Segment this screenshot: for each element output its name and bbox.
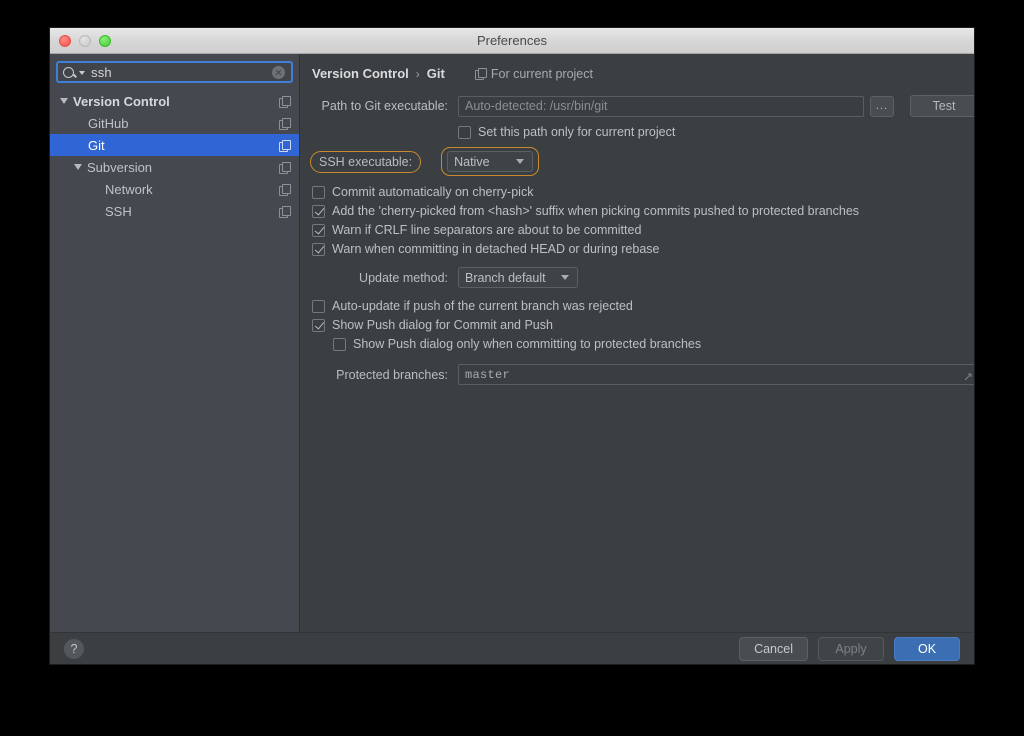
search-input-value: ssh [91, 64, 112, 80]
auto-update-rejected-label: Auto-update if push of the current branc… [332, 299, 633, 313]
chevron-down-icon [516, 159, 525, 164]
for-current-project: For current project [474, 66, 593, 81]
path-to-git-input[interactable]: Auto-detected: /usr/bin/git [458, 95, 864, 117]
settings-tree: Version Control GitHub Git Subversion Ne… [50, 90, 299, 222]
set-path-only-checkbox-row[interactable]: Set this path only for current project [300, 125, 974, 139]
clear-icon[interactable] [272, 65, 285, 79]
apply-button[interactable]: Apply [818, 637, 884, 661]
update-method-value: Branch default [465, 270, 546, 285]
copy-icon [279, 205, 291, 218]
sidebar-item-github[interactable]: GitHub [50, 112, 299, 134]
window-titlebar[interactable]: Preferences [50, 28, 974, 54]
sidebar-item-label: Network [105, 181, 153, 197]
warn-crlf-label: Warn if CRLF line separators are about t… [332, 223, 642, 237]
cherry-picked-suffix-row[interactable]: Add the 'cherry-picked from <hash>' suff… [300, 204, 974, 218]
settings-sidebar: ssh Version Control GitHub Git Subversio… [50, 54, 300, 632]
sidebar-item-ssh[interactable]: SSH [50, 200, 299, 222]
breadcrumb: Version Control › Git For current projec… [300, 54, 974, 81]
search-wrapper: ssh [50, 54, 299, 88]
chevron-down-icon[interactable] [74, 164, 82, 170]
warn-crlf-checkbox[interactable] [312, 223, 325, 237]
sidebar-item-label: Git [88, 137, 105, 153]
sidebar-item-git[interactable]: Git [50, 134, 299, 156]
commit-auto-cherry-pick-label: Commit automatically on cherry-pick [332, 185, 534, 199]
zoom-button-icon[interactable] [99, 34, 111, 47]
copy-icon [279, 95, 291, 108]
commit-auto-cherry-pick-row[interactable]: Commit automatically on cherry-pick [300, 185, 974, 199]
dialog-footer: ? Cancel Apply OK [50, 632, 974, 664]
show-push-dialog-checkbox[interactable] [312, 318, 325, 332]
protected-branches-input[interactable]: master [458, 364, 974, 385]
show-push-dialog-protected-label: Show Push dialog only when committing to… [353, 337, 702, 351]
ssh-executable-label-highlight: SSH executable: [310, 150, 422, 173]
screen: Preferences ssh Version Control GitHub G… [0, 0, 1024, 736]
ssh-executable-label: SSH executable: [319, 154, 413, 169]
ssh-executable-value: Native [454, 154, 490, 169]
copy-icon [279, 139, 291, 152]
for-current-project-label: For current project [490, 66, 593, 81]
warn-detached-head-checkbox[interactable] [312, 242, 325, 256]
update-method-row: Update method: Branch default [300, 267, 974, 288]
ssh-executable-combo-highlight: Native [441, 147, 540, 176]
protected-branches-value: master [465, 367, 511, 382]
cherry-picked-suffix-label: Add the 'cherry-picked from <hash>' suff… [332, 204, 860, 218]
chevron-down-icon [561, 275, 569, 280]
footer-actions: Cancel Apply OK [739, 637, 960, 661]
warn-detached-head-row[interactable]: Warn when committing in detached HEAD or… [300, 242, 974, 256]
breadcrumb-current: Git [426, 66, 445, 81]
copy-icon [279, 183, 291, 196]
browse-button[interactable]: ... [870, 95, 894, 117]
resize-grip-icon[interactable] [963, 373, 972, 382]
search-icon[interactable] [58, 66, 85, 78]
ssh-executable-row: SSH executable: Native [300, 147, 974, 176]
sidebar-item-label: GitHub [88, 115, 129, 131]
show-push-dialog-label: Show Push dialog for Commit and Push [332, 318, 553, 332]
traffic-lights [50, 34, 111, 47]
sidebar-item-label: SSH [105, 203, 132, 219]
sidebar-item-network[interactable]: Network [50, 178, 299, 200]
update-method-select[interactable]: Branch default [458, 267, 578, 288]
sidebar-item-label: Subversion [87, 159, 153, 175]
sidebar-item-subversion[interactable]: Subversion [50, 156, 299, 178]
update-method-label: Update method: [359, 270, 448, 285]
auto-update-rejected-checkbox[interactable] [312, 299, 325, 313]
help-button[interactable]: ? [64, 639, 84, 659]
settings-main-panel: Version Control › Git For current projec… [300, 54, 974, 632]
breadcrumb-separator-icon: › [415, 66, 420, 81]
warn-detached-head-label: Warn when committing in detached HEAD or… [332, 242, 660, 256]
ssh-executable-select[interactable]: Native [447, 151, 534, 172]
sidebar-item-version-control[interactable]: Version Control [50, 90, 299, 112]
show-push-dialog-protected-row[interactable]: Show Push dialog only when committing to… [300, 337, 974, 351]
sidebar-item-label: Version Control [73, 93, 170, 109]
commit-auto-cherry-pick-checkbox[interactable] [312, 185, 325, 199]
path-to-git-row: Path to Git executable: Auto-detected: /… [300, 95, 974, 117]
magnifier-icon [63, 66, 74, 78]
test-button[interactable]: Test [910, 95, 974, 117]
show-push-dialog-row[interactable]: Show Push dialog for Commit and Push [300, 318, 974, 332]
search-input[interactable]: ssh [56, 61, 293, 83]
protected-branches-row: Protected branches: master [300, 364, 974, 385]
protected-branches-label: Protected branches: [336, 367, 448, 382]
path-to-git-label: Path to Git executable: [321, 99, 448, 113]
copy-icon [279, 117, 291, 130]
window-title: Preferences [476, 33, 548, 48]
minimize-button-icon[interactable] [79, 34, 91, 47]
preferences-window: Preferences ssh Version Control GitHub G… [50, 28, 974, 664]
breadcrumb-root[interactable]: Version Control [312, 66, 409, 81]
ok-button[interactable]: OK [894, 637, 960, 661]
cancel-button[interactable]: Cancel [739, 637, 808, 661]
window-body: ssh Version Control GitHub Git Subversio… [50, 54, 974, 632]
path-to-git-value: Auto-detected: /usr/bin/git [465, 99, 608, 113]
copy-icon [474, 68, 487, 80]
warn-crlf-row[interactable]: Warn if CRLF line separators are about t… [300, 223, 974, 237]
auto-update-rejected-row[interactable]: Auto-update if push of the current branc… [300, 299, 974, 313]
cherry-picked-suffix-checkbox[interactable] [312, 204, 325, 218]
chevron-down-icon[interactable] [60, 98, 68, 104]
close-button-icon[interactable] [59, 34, 71, 47]
git-settings-form: Path to Git executable: Auto-detected: /… [300, 81, 974, 385]
set-path-only-checkbox[interactable] [458, 125, 471, 139]
set-path-only-label: Set this path only for current project [478, 125, 676, 139]
copy-icon [279, 161, 291, 174]
show-push-dialog-protected-checkbox[interactable] [333, 337, 346, 351]
